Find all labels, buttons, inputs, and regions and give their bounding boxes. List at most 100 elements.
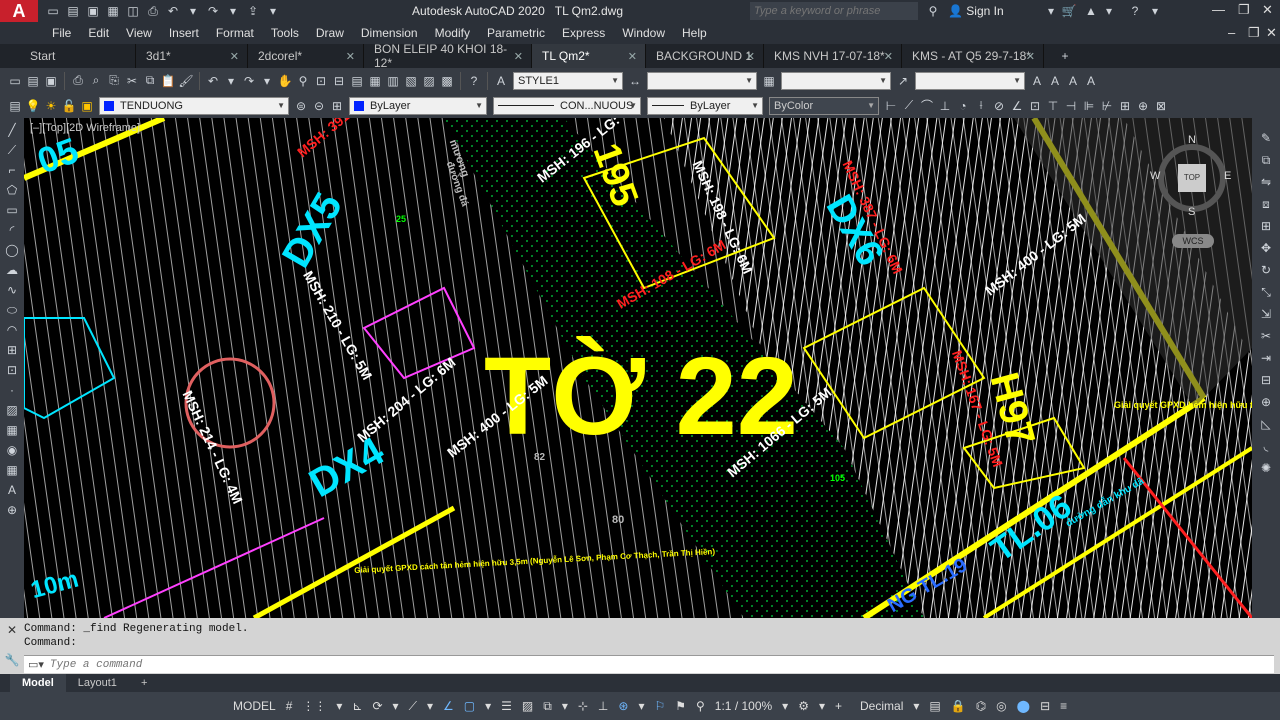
dim-arc-icon[interactable]: ⌒ bbox=[918, 98, 936, 114]
lineweight-icon[interactable]: ☰ bbox=[496, 699, 517, 713]
isolate-objects-icon[interactable]: ⌬ bbox=[971, 699, 991, 713]
text-a4-icon[interactable]: A bbox=[1082, 73, 1100, 89]
menu-draw[interactable]: Draw bbox=[316, 26, 361, 40]
make-current-icon[interactable]: ⊜ bbox=[292, 98, 310, 114]
customize-dropdown-icon[interactable]: ▾ bbox=[264, 3, 282, 19]
insert-block-icon[interactable]: ⊞ bbox=[3, 342, 21, 358]
table-icon[interactable]: ▦ bbox=[3, 462, 21, 478]
maximize-icon[interactable]: ❐ bbox=[1238, 2, 1250, 18]
explode-icon[interactable]: ✺ bbox=[1257, 460, 1275, 476]
isodraft-icon[interactable]: ⟋ bbox=[404, 699, 422, 714]
paste-icon[interactable]: 📋 bbox=[159, 73, 177, 89]
add-selected-icon[interactable]: ⊕ bbox=[3, 502, 21, 518]
lineweight-dropdown[interactable]: ByLayer ▼ bbox=[647, 96, 763, 115]
exchange-icon[interactable]: ▲ bbox=[1082, 3, 1100, 19]
share-icon[interactable]: ⇪ bbox=[244, 3, 262, 19]
mleader-style-dropdown[interactable]: ▼ bbox=[915, 71, 1025, 90]
transparency-icon[interactable]: ▨ bbox=[517, 699, 538, 713]
polyline-icon[interactable]: ⌐ bbox=[3, 162, 21, 178]
tab-close-icon[interactable]: ✕ bbox=[746, 50, 755, 63]
selection-dropdown-icon[interactable]: ▾ bbox=[557, 699, 573, 713]
plot-style-dropdown[interactable]: ByColor ▼ bbox=[769, 96, 879, 115]
file-tab[interactable]: Start bbox=[20, 44, 136, 68]
menu-parametric[interactable]: Parametric bbox=[487, 26, 562, 40]
make-block-icon[interactable]: ⊡ bbox=[3, 362, 21, 378]
annotation-visibility-icon[interactable]: ⚐ bbox=[649, 699, 670, 713]
tab-close-icon[interactable]: ✕ bbox=[1026, 50, 1035, 63]
auto-scale-icon[interactable]: ⚑ bbox=[670, 699, 691, 713]
selection-cycling-icon[interactable]: ⧉ bbox=[538, 699, 557, 714]
copy-object-icon[interactable]: ⧉ bbox=[1257, 152, 1275, 168]
snap-dropdown-icon[interactable]: ▾ bbox=[331, 699, 347, 713]
layer-previous-icon[interactable]: ⊝ bbox=[310, 98, 328, 114]
revision-cloud-icon[interactable]: ☁ bbox=[3, 262, 21, 278]
cut-icon[interactable]: ✂ bbox=[123, 73, 141, 89]
new-file-icon[interactable]: ▭ bbox=[44, 3, 62, 19]
menu-view[interactable]: View bbox=[126, 26, 169, 40]
tab-close-icon[interactable]: ✕ bbox=[230, 50, 239, 63]
tab-model[interactable]: Model bbox=[10, 674, 66, 692]
offset-icon[interactable]: ⧈ bbox=[1257, 196, 1275, 212]
sign-in-dropdown-icon[interactable]: ▾ bbox=[1042, 3, 1060, 19]
ortho-icon[interactable]: ⊾ bbox=[347, 699, 367, 713]
polar-dropdown-icon[interactable]: ▾ bbox=[388, 699, 404, 713]
text-style-dropdown[interactable]: STYLE1 ▼ bbox=[513, 71, 623, 90]
circle-icon[interactable]: ◯ bbox=[3, 242, 21, 258]
menu-edit[interactable]: Edit bbox=[88, 26, 126, 40]
file-tab[interactable]: 2dcorel* ✕ bbox=[248, 44, 364, 68]
open-icon[interactable]: ▤ bbox=[24, 73, 42, 89]
dim-style-dropdown[interactable]: ▼ bbox=[647, 71, 757, 90]
dim-continue-icon[interactable]: ⊣ bbox=[1062, 98, 1080, 114]
move-icon[interactable]: ✥ bbox=[1257, 240, 1275, 256]
dim-style-icon[interactable]: ↔ bbox=[626, 73, 644, 89]
isodraft-dropdown-icon[interactable]: ▾ bbox=[422, 699, 438, 713]
dim-break-icon[interactable]: ⊬ bbox=[1098, 98, 1116, 114]
file-tab[interactable]: BACKGROUND 1 ✕ bbox=[646, 44, 764, 68]
ellipse-icon[interactable]: ⬭ bbox=[3, 302, 21, 318]
3d-osnap-icon[interactable]: ⊹ bbox=[573, 699, 593, 713]
command-input[interactable] bbox=[49, 658, 650, 671]
dim-linear-icon[interactable]: ⊢ bbox=[882, 98, 900, 114]
viewport-controls-label[interactable]: [–][Top][2D Wireframe] bbox=[30, 122, 140, 134]
dim-ordinate-icon[interactable]: ⊥ bbox=[936, 98, 954, 114]
redo-dropdown-icon[interactable]: ▾ bbox=[224, 3, 242, 19]
text-a2-icon[interactable]: A bbox=[1046, 73, 1064, 89]
compass-west[interactable]: W bbox=[1150, 170, 1160, 182]
color-dropdown[interactable]: ByLayer ▼ bbox=[349, 96, 487, 115]
text-a3-icon[interactable]: A bbox=[1064, 73, 1082, 89]
file-tab[interactable]: KMS - AT Q5 29-7-18* ✕ bbox=[902, 44, 1044, 68]
zoom-scale-value[interactable]: 1:1 / 100% bbox=[710, 699, 777, 713]
undo-dropdown-icon[interactable]: ▾ bbox=[184, 3, 202, 19]
open-folder-icon[interactable]: ▤ bbox=[64, 3, 82, 19]
customization-icon[interactable]: ≡ bbox=[1055, 699, 1072, 713]
doc-restore-icon[interactable]: ❐ bbox=[1248, 25, 1260, 41]
doc-minimize-icon[interactable]: – bbox=[1228, 25, 1235, 40]
menu-help[interactable]: Help bbox=[682, 26, 724, 40]
add-layout-icon[interactable]: + bbox=[129, 674, 159, 692]
dim-baseline-icon[interactable]: ⊤ bbox=[1044, 98, 1062, 114]
linetype-dropdown[interactable]: CON...NUOUS ▼ bbox=[493, 96, 641, 115]
command-prompt-icon[interactable]: ▭▾ bbox=[28, 658, 44, 671]
menu-file[interactable]: File bbox=[52, 26, 88, 40]
mirror-icon[interactable]: ⇋ bbox=[1257, 174, 1275, 190]
stretch-icon[interactable]: ⇲ bbox=[1257, 306, 1275, 322]
object-snap-dropdown-icon[interactable]: ▾ bbox=[480, 699, 496, 713]
scale-icon[interactable]: ⤡ bbox=[1257, 284, 1275, 300]
pan-icon[interactable]: ✋ bbox=[276, 73, 294, 89]
line-icon[interactable]: ╱ bbox=[3, 122, 21, 138]
workspace-dropdown-icon[interactable]: ▾ bbox=[814, 699, 830, 713]
file-tab-active[interactable]: TL Qm2* ✕ bbox=[532, 44, 646, 68]
gradient-icon[interactable]: ▦ bbox=[3, 422, 21, 438]
wcs-menu[interactable]: WCS bbox=[1172, 234, 1214, 248]
redo-icon[interactable]: ↷ bbox=[240, 73, 258, 89]
layer-match-icon[interactable]: ⊞ bbox=[328, 98, 346, 114]
compass-east[interactable]: E bbox=[1224, 170, 1231, 182]
menu-window[interactable]: Window bbox=[622, 26, 682, 40]
markup-icon[interactable]: ▨ bbox=[420, 73, 438, 89]
polygon-icon[interactable]: ⬠ bbox=[3, 182, 21, 198]
file-tab[interactable]: 3d1* ✕ bbox=[136, 44, 248, 68]
annotation-monitor-icon[interactable]: + bbox=[830, 699, 847, 713]
layer-bulb-icon[interactable]: 💡 bbox=[24, 98, 42, 114]
graphics-performance-icon[interactable]: ◎ bbox=[991, 699, 1011, 713]
command-settings-icon[interactable]: 🔧 bbox=[3, 652, 21, 668]
